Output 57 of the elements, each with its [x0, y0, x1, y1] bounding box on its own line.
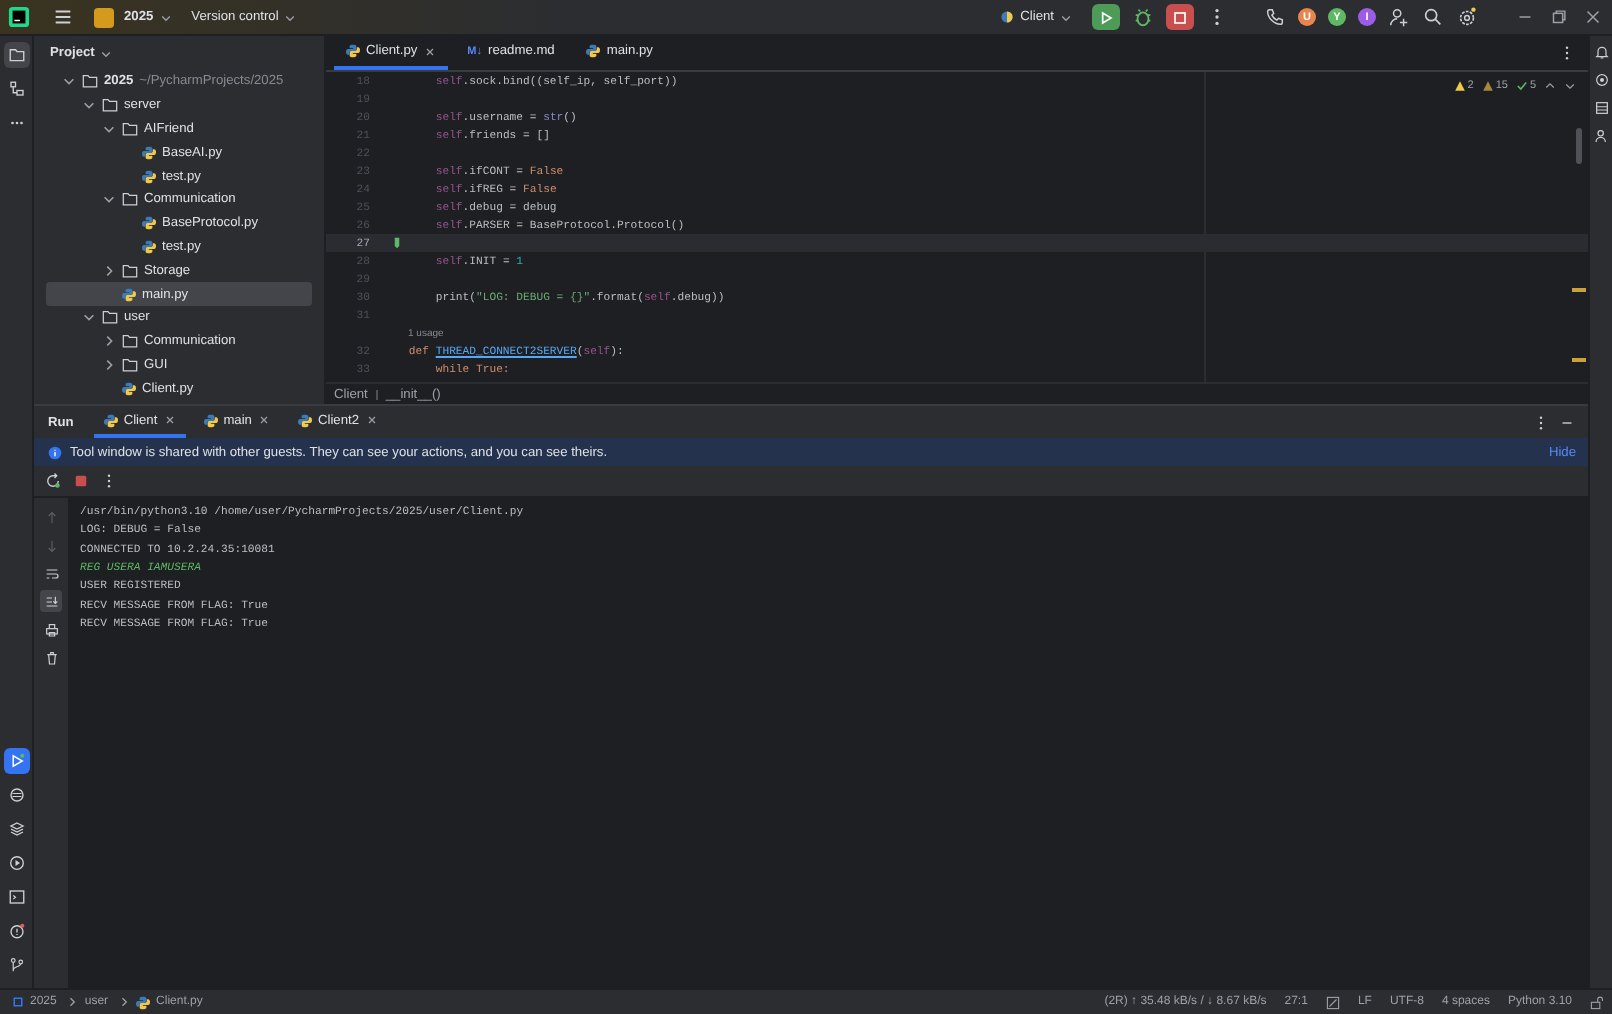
- module-icon: [12, 996, 24, 1008]
- caret-icon: [1060, 11, 1072, 23]
- app-logo-icon[interactable]: [8, 6, 30, 28]
- python-file-icon: [122, 381, 136, 396]
- python-file-icon: [142, 169, 156, 184]
- menu-icon[interactable]: [52, 6, 74, 28]
- rerun-icon[interactable]: [44, 472, 62, 490]
- python-file-icon: [346, 44, 360, 58]
- close-icon[interactable]: [257, 414, 270, 426]
- chevron-down-icon[interactable]: [82, 310, 96, 325]
- chevron-down-icon[interactable]: [1564, 80, 1576, 92]
- caret-icon: [159, 11, 172, 23]
- scroll-end-icon[interactable]: [40, 590, 62, 612]
- python-file-icon: [103, 413, 118, 427]
- stop-icon[interactable]: [72, 472, 90, 490]
- chevron-right-icon: [66, 996, 79, 1008]
- info-icon: [48, 445, 62, 459]
- python-file-icon: [142, 239, 156, 254]
- python-file-icon: [142, 145, 156, 160]
- run-tool-icon[interactable]: [3, 748, 29, 774]
- python-file-icon: [122, 287, 136, 302]
- caret-icon: [100, 47, 113, 59]
- run-button[interactable]: [1092, 4, 1120, 30]
- unlocked-icon[interactable]: [1590, 995, 1604, 1009]
- python-file-icon: [203, 413, 218, 427]
- python-file-icon: [586, 44, 601, 58]
- python-file-icon: [136, 995, 151, 1009]
- bug-icon[interactable]: [1132, 6, 1154, 28]
- notifications-icon[interactable]: [1593, 44, 1609, 60]
- restore-icon[interactable]: [1548, 6, 1570, 28]
- python-file-icon: [297, 413, 312, 427]
- close-icon[interactable]: [423, 45, 436, 57]
- user-icon[interactable]: [1593, 128, 1609, 144]
- stop-icon: [1170, 7, 1190, 27]
- folder-icon: [122, 263, 138, 278]
- chevron-up-icon[interactable]: [1544, 80, 1556, 92]
- edit-icon[interactable]: [1325, 995, 1340, 1009]
- add-user-icon[interactable]: [1388, 6, 1410, 28]
- stop-button[interactable]: [1166, 4, 1194, 30]
- close-icon[interactable]: [1582, 6, 1604, 28]
- database-icon[interactable]: [1593, 100, 1609, 116]
- chevron-down-icon[interactable]: [102, 192, 116, 207]
- folder-tool-icon[interactable]: [3, 42, 29, 68]
- caret-icon: [284, 11, 297, 23]
- chevron-right-icon[interactable]: [102, 263, 116, 278]
- play-icon: [1096, 7, 1116, 27]
- print-icon[interactable]: [40, 618, 62, 640]
- close-icon[interactable]: [365, 414, 378, 426]
- folder-icon: [122, 192, 138, 207]
- settings-icon[interactable]: [1456, 6, 1478, 28]
- python-icon: [1000, 10, 1015, 24]
- bookmark-icon[interactable]: [394, 236, 400, 250]
- phone-icon[interactable]: [1264, 6, 1286, 28]
- close-icon[interactable]: [163, 414, 176, 426]
- python-file-icon: [142, 216, 156, 231]
- chevron-right-icon: [118, 996, 131, 1008]
- search-icon[interactable]: [1422, 6, 1444, 28]
